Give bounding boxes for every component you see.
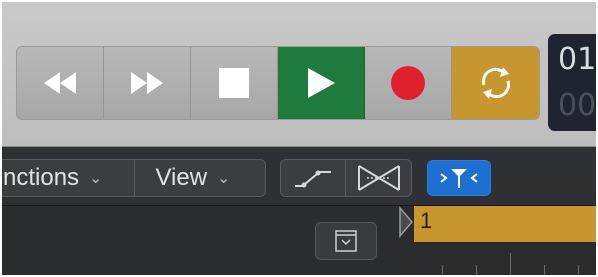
rewind-icon	[44, 72, 76, 94]
timeline-ruler[interactable]: 1	[414, 206, 596, 275]
bar-number: 1	[420, 208, 433, 233]
ruler-tick	[442, 265, 443, 275]
lcd-position-top: 01	[558, 42, 596, 77]
stop-button[interactable]	[191, 47, 278, 119]
record-button[interactable]	[365, 47, 452, 119]
fast-forward-icon	[131, 72, 163, 94]
view-menu-label: View	[155, 164, 208, 191]
record-icon	[391, 66, 425, 100]
cycle-icon	[481, 67, 510, 99]
track-header-area	[2, 206, 400, 275]
control-bar: 01 00	[2, 2, 596, 147]
daw-window: 01 00 nctions ⌄ View ⌄ 1	[2, 2, 596, 275]
functions-menu[interactable]: nctions ⌄	[2, 160, 134, 196]
rewind-button[interactable]	[17, 47, 104, 119]
chevron-down-icon: ⌄	[217, 170, 231, 187]
crossfade-icon	[357, 165, 400, 191]
automation-button[interactable]	[281, 160, 346, 196]
catch-playhead-button[interactable]	[427, 160, 491, 196]
chevron-down-icon: ⌄	[89, 170, 103, 187]
collapse-tracks-button[interactable]	[315, 222, 377, 260]
stop-icon	[219, 68, 249, 98]
automation-curve-icon	[295, 170, 331, 188]
menu-group: nctions ⌄ View ⌄	[2, 159, 266, 197]
transport-controls	[16, 46, 540, 120]
fast-forward-button[interactable]	[104, 47, 191, 119]
cycle-region[interactable]: 1	[414, 206, 596, 242]
collapse-tracks-icon	[335, 230, 357, 252]
edit-tools-group	[280, 159, 412, 197]
functions-menu-label: nctions	[3, 164, 80, 191]
catch-playhead-icon	[440, 169, 478, 188]
crossfade-button[interactable]	[346, 160, 411, 196]
lcd-display[interactable]: 01 00	[548, 34, 596, 131]
ruler-tick	[578, 265, 579, 275]
ruler-tick	[476, 265, 477, 275]
playhead-marker[interactable]	[398, 206, 414, 238]
ruler-tick	[544, 265, 545, 275]
view-menu[interactable]: View ⌄	[135, 160, 265, 196]
lcd-position-bottom: 00	[558, 88, 596, 123]
cycle-button[interactable]	[452, 47, 539, 119]
play-button[interactable]	[278, 47, 365, 119]
play-icon	[308, 68, 335, 98]
editor-toolbar: nctions ⌄ View ⌄	[2, 147, 596, 206]
ruler-tick	[510, 253, 511, 275]
